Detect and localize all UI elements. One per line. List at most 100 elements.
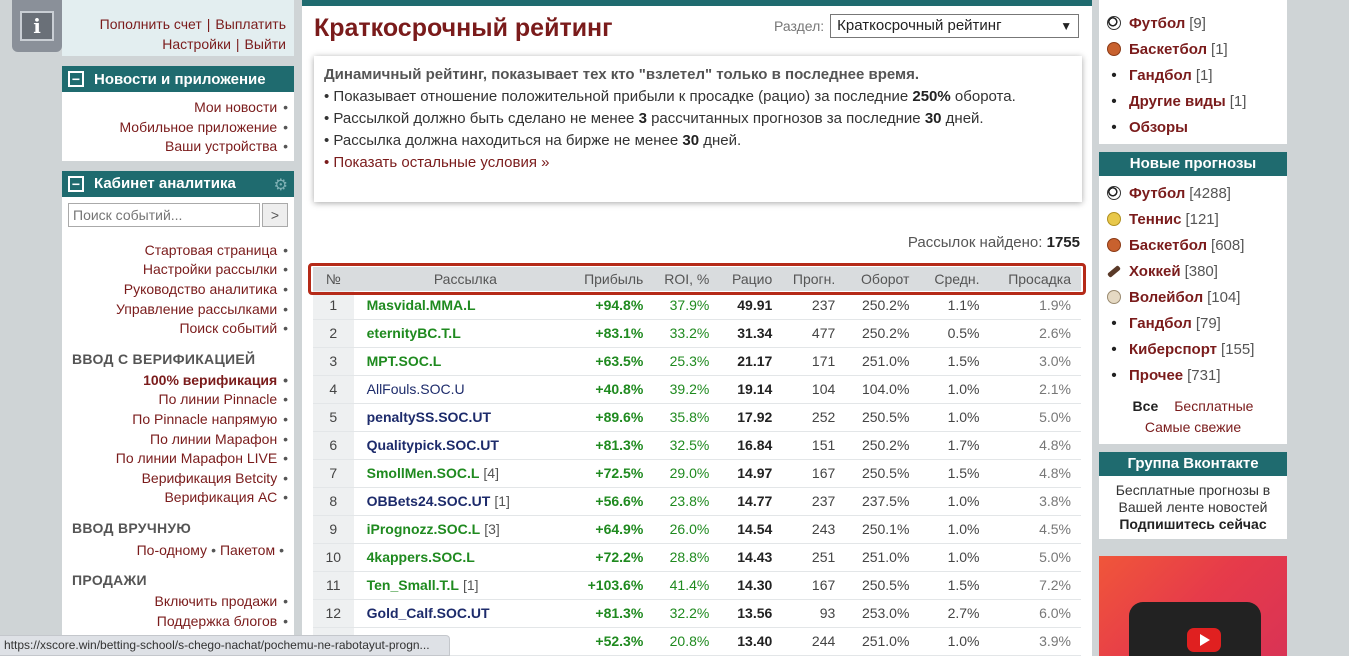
news-box-header[interactable]: − Новости и приложение bbox=[62, 66, 294, 92]
sport-item[interactable]: • Гандбол [79] bbox=[1107, 310, 1279, 336]
table-row[interactable]: 6 Qualitypick.SOC.UT +81.3% 32.5% 16.84 151 25… bbox=[313, 431, 1081, 460]
sport-link[interactable]: Баскетбол bbox=[1129, 41, 1207, 58]
event-search-input[interactable] bbox=[68, 202, 260, 227]
sport-link[interactable]: Киберспорт bbox=[1129, 341, 1217, 358]
start-page-link[interactable]: Стартовая страница bbox=[68, 241, 288, 261]
sport-link[interactable]: Футбол bbox=[1129, 15, 1185, 32]
sport-link[interactable]: Гандбол bbox=[1129, 67, 1192, 84]
sport-item[interactable]: Футбол [9] bbox=[1107, 10, 1279, 36]
sport-item[interactable]: Баскетбол [608] bbox=[1107, 232, 1279, 258]
marathon-live-link[interactable]: По линии Марафон LIVE bbox=[68, 449, 288, 469]
sport-item[interactable]: • Прочее [731] bbox=[1107, 362, 1279, 388]
single-input-link[interactable]: По-одному bbox=[137, 542, 207, 558]
mailing-link[interactable]: MPT.SOC.L bbox=[367, 353, 442, 369]
left-sidebar: Пополнить счет | Выплатить Настройки | Выйти… bbox=[62, 0, 294, 651]
mailing-link[interactable]: Gold_Calf.SOC.UT bbox=[367, 605, 490, 621]
table-row[interactable]: 10 4kappers.SOC.L +72.2% 28.8% 14.43 251 251.0… bbox=[313, 543, 1081, 572]
gear-icon[interactable]: ⚙ bbox=[274, 175, 288, 195]
sport-link[interactable]: Волейбол bbox=[1129, 289, 1203, 306]
roi-cell: 35.8% bbox=[653, 403, 720, 432]
sport-link[interactable]: Обзоры bbox=[1129, 119, 1188, 136]
mailing-settings-link[interactable]: Настройки рассылки bbox=[68, 260, 288, 280]
table-row[interactable]: 1 Masvidal.MMA.L +94.8% 37.9% 49.91 237 250.2%… bbox=[313, 291, 1081, 320]
roi-cell: 37.9% bbox=[653, 291, 720, 320]
app-promo-banner[interactable] bbox=[1099, 556, 1287, 656]
sport-item[interactable]: Хоккей [380] bbox=[1107, 258, 1279, 284]
mailing-link[interactable]: SmollMen.SOC.L bbox=[367, 465, 480, 481]
logout-link[interactable]: Выйти bbox=[245, 36, 286, 52]
mailing-link[interactable]: OBBets24.SOC.UT bbox=[367, 493, 491, 509]
mailing-link[interactable]: eternityBC.T.L bbox=[367, 325, 461, 341]
mailing-link[interactable]: Qualitypick.SOC.UT bbox=[367, 437, 499, 453]
show-more-conditions-link[interactable]: • Показать остальные условия » bbox=[324, 154, 549, 171]
table-row[interactable]: 3 MPT.SOC.L +63.5% 25.3% 21.17 171 251.0% 1.5% 3… bbox=[313, 347, 1081, 376]
sport-link[interactable]: Гандбол bbox=[1129, 315, 1192, 332]
sport-item[interactable]: • Гандбол [1] bbox=[1107, 62, 1279, 88]
ratio-cell: 14.77 bbox=[719, 487, 783, 516]
devices-link[interactable]: Ваши устройства bbox=[68, 137, 288, 157]
filter-free-link[interactable]: Бесплатные bbox=[1174, 398, 1253, 414]
table-row[interactable]: 8 OBBets24.SOC.UT [1] +56.6% 23.8% 14.77 237 23… bbox=[313, 487, 1081, 516]
pinnacle-line-link[interactable]: По линии Pinnacle bbox=[68, 390, 288, 410]
sport-item[interactable]: • Обзоры bbox=[1107, 114, 1279, 140]
event-search-link[interactable]: Поиск событий bbox=[68, 319, 288, 339]
blog-support-link[interactable]: Поддержка блогов bbox=[68, 612, 288, 632]
collapse-icon[interactable]: − bbox=[68, 71, 84, 87]
betcity-verification-link[interactable]: Верификация Betcity bbox=[68, 469, 288, 489]
withdraw-link[interactable]: Выплатить bbox=[215, 16, 286, 32]
topup-link[interactable]: Пополнить счет bbox=[100, 16, 202, 32]
table-row[interactable]: 12 Gold_Calf.SOC.UT +81.3% 32.2% 13.56 93 253.… bbox=[313, 599, 1081, 628]
sport-item[interactable]: Волейбол [104] bbox=[1107, 284, 1279, 310]
full-verification-link[interactable]: 100% верификация bbox=[68, 371, 288, 391]
table-row[interactable]: 4 AllFouls.SOC.U +40.8% 39.2% 19.14 104 104.0%… bbox=[313, 375, 1081, 404]
mailing-link[interactable]: penaltySS.SOC.UT bbox=[367, 409, 491, 425]
sport-item[interactable]: Баскетбол [1] bbox=[1107, 36, 1279, 62]
section-select[interactable]: Краткосрочный рейтинг ▼ bbox=[830, 14, 1080, 38]
table-row[interactable]: 11 Ten_Small.T.L [1] +103.6% 41.4% 14.30 167 25… bbox=[313, 571, 1081, 600]
search-submit-button[interactable]: > bbox=[262, 202, 288, 227]
bullet-icon: • bbox=[1111, 314, 1117, 332]
collapse-icon[interactable]: − bbox=[68, 175, 84, 192]
vk-text: Бесплатные прогнозы в Вашей ленте новост… bbox=[1115, 482, 1271, 515]
table-row[interactable]: 5 penaltySS.SOC.UT +89.6% 35.8% 17.92 252 250.… bbox=[313, 403, 1081, 432]
manage-mailings-link[interactable]: Управление рассылками bbox=[68, 300, 288, 320]
sport-item[interactable]: Футбол [4288] bbox=[1107, 180, 1279, 206]
sport-link[interactable]: Прочее bbox=[1129, 367, 1183, 384]
info-button[interactable]: i bbox=[12, 0, 62, 52]
turnover-cell: 250.5% bbox=[845, 571, 920, 600]
batch-input-link[interactable]: Пакетом bbox=[220, 542, 275, 558]
sport-item[interactable]: Теннис [121] bbox=[1107, 206, 1279, 232]
enable-sales-link[interactable]: Включить продажи bbox=[68, 592, 288, 612]
table-row[interactable]: 7 SmollMen.SOC.L [4] +72.5% 29.0% 14.97 167 250… bbox=[313, 459, 1081, 488]
marathon-line-link[interactable]: По линии Марафон bbox=[68, 430, 288, 450]
table-row[interactable]: 2 eternityBC.T.L +83.1% 33.2% 31.34 477 250.2%… bbox=[313, 319, 1081, 348]
ratio-cell: 16.84 bbox=[719, 431, 783, 460]
sport-item[interactable]: • Киберспорт [155] bbox=[1107, 336, 1279, 362]
mailing-link[interactable]: 4kappers.SOC.L bbox=[367, 549, 475, 565]
mailing-link[interactable]: Masvidal.MMA.L bbox=[367, 297, 476, 313]
table-row[interactable]: 9 iPrognozz.SOC.L [3] +64.9% 26.0% 14.54 243 25… bbox=[313, 515, 1081, 544]
sport-link[interactable]: Другие виды bbox=[1129, 93, 1226, 110]
ac-verification-link[interactable]: Верификация АС bbox=[68, 488, 288, 508]
turnover-cell: 250.1% bbox=[845, 515, 920, 544]
sport-link[interactable]: Хоккей bbox=[1129, 263, 1181, 280]
settings-link[interactable]: Настройки bbox=[162, 36, 231, 52]
ratio-cell: 14.54 bbox=[719, 515, 783, 544]
sport-item[interactable]: • Другие виды [1] bbox=[1107, 88, 1279, 114]
mailing-link[interactable]: Ten_Small.T.L bbox=[367, 577, 459, 593]
analyst-guide-link[interactable]: Руководство аналитика bbox=[68, 280, 288, 300]
ratio-cell: 31.34 bbox=[719, 319, 783, 348]
pinnacle-direct-link[interactable]: По Pinnacle напрямую bbox=[68, 410, 288, 430]
sport-link[interactable]: Теннис bbox=[1129, 211, 1181, 228]
vk-subscribe-link[interactable]: Подпишитесь сейчас bbox=[1119, 516, 1266, 532]
cabinet-box-header[interactable]: − Кабинет аналитика ⚙ bbox=[62, 170, 294, 197]
mobile-app-link[interactable]: Мобильное приложение bbox=[68, 118, 288, 138]
filter-all[interactable]: Все bbox=[1133, 398, 1159, 414]
my-news-link[interactable]: Мои новости bbox=[68, 98, 288, 118]
sport-link[interactable]: Баскетбол bbox=[1129, 237, 1207, 254]
mailing-link[interactable]: AllFouls.SOC.U bbox=[367, 381, 465, 397]
mailing-link[interactable]: iPrognozz.SOC.L bbox=[367, 521, 481, 537]
sport-link[interactable]: Футбол bbox=[1129, 185, 1185, 202]
row-number: 1 bbox=[313, 291, 354, 320]
filter-fresh-link[interactable]: Самые свежие bbox=[1145, 419, 1241, 435]
